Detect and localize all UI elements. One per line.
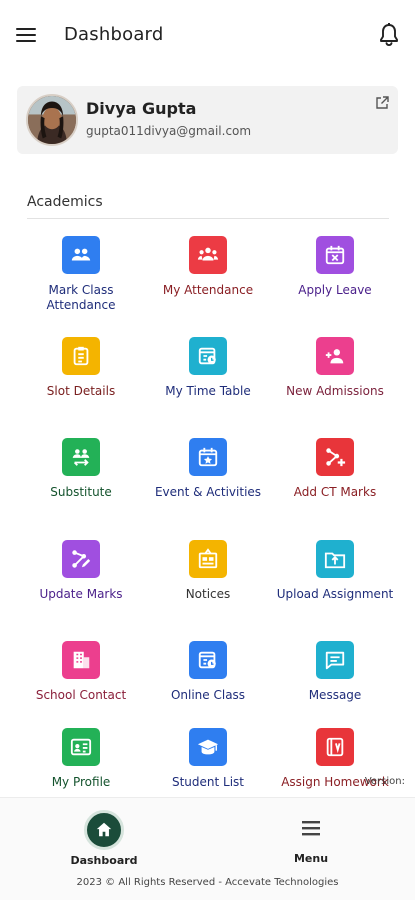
section-divider <box>27 218 389 219</box>
tile-notices[interactable]: Notices <box>141 540 275 602</box>
tile-student-list[interactable]: Student List <box>141 728 275 790</box>
tile-new-admissions[interactable]: New Admissions <box>268 337 402 399</box>
nav-dashboard-label: Dashboard <box>70 854 138 867</box>
tile-slot-details[interactable]: Slot Details <box>14 337 148 399</box>
tile-online-class[interactable]: Online Class <box>141 641 275 703</box>
timetable-icon <box>189 337 227 375</box>
menu-icon <box>299 818 323 838</box>
clipboard-icon <box>62 337 100 375</box>
online-class-icon <box>189 641 227 679</box>
nav-dashboard[interactable]: Dashboard <box>44 810 164 867</box>
tile-substitute[interactable]: Substitute <box>14 438 148 500</box>
attendance-group-icon <box>62 236 100 274</box>
home-icon <box>84 810 124 850</box>
tile-mark-class-attendance[interactable]: Mark Class Attendance <box>14 236 148 313</box>
tile-message[interactable]: Message <box>268 641 402 703</box>
graph-edit-icon <box>62 540 100 578</box>
tile-label: Substitute <box>50 485 112 499</box>
tile-label: Message <box>308 688 362 702</box>
calendar-x-icon <box>316 236 354 274</box>
notice-board-icon <box>189 540 227 578</box>
avatar <box>26 94 78 146</box>
tile-apply-leave[interactable]: Apply Leave <box>268 236 402 298</box>
page-title: Dashboard <box>64 24 164 45</box>
swap-users-icon <box>62 438 100 476</box>
id-card-icon <box>62 728 100 766</box>
tile-my-time-table[interactable]: My Time Table <box>141 337 275 399</box>
tile-label: Event & Activities <box>154 485 262 499</box>
version-label: Version: <box>364 776 405 787</box>
building-icon <box>62 641 100 679</box>
tile-label: School Contact <box>35 688 127 702</box>
tile-label: Update Marks <box>39 587 123 601</box>
profile-name: Divya Gupta <box>86 99 197 118</box>
tile-label: Student List <box>171 775 245 789</box>
hamburger-menu-icon[interactable] <box>14 24 38 46</box>
homework-icon <box>316 728 354 766</box>
folder-upload-icon <box>316 540 354 578</box>
tile-my-attendance[interactable]: My Attendance <box>141 236 275 298</box>
tile-label: My Profile <box>51 775 111 789</box>
tile-label: Apply Leave <box>298 283 372 297</box>
tile-event-and-activities[interactable]: Event & Activities <box>141 438 275 500</box>
tile-label: Upload Assignment <box>276 587 394 601</box>
tile-label: My Attendance <box>162 283 254 297</box>
add-user-icon <box>316 337 354 375</box>
tile-label: New Admissions <box>286 384 384 398</box>
tile-school-contact[interactable]: School Contact <box>14 641 148 703</box>
nav-menu[interactable]: Menu <box>251 818 371 865</box>
tile-upload-assignment[interactable]: Upload Assignment <box>268 540 402 602</box>
profile-email: gupta011divya@gmail.com <box>86 124 252 138</box>
app-bar: Dashboard <box>0 0 415 70</box>
tile-add-ct-marks[interactable]: Add CT Marks <box>268 438 402 500</box>
tile-my-profile[interactable]: My Profile <box>14 728 148 790</box>
external-link-icon[interactable] <box>375 95 389 109</box>
tile-label: Online Class <box>170 688 246 702</box>
tile-label: Notices <box>185 587 231 601</box>
people-icon <box>189 236 227 274</box>
tile-label: Slot Details <box>46 384 116 398</box>
message-icon <box>316 641 354 679</box>
tile-label: My Time Table <box>165 384 251 398</box>
nav-menu-label: Menu <box>293 852 329 865</box>
graduation-cap-icon <box>189 728 227 766</box>
calendar-star-icon <box>189 438 227 476</box>
notification-bell-icon[interactable] <box>377 22 401 48</box>
graph-plus-icon <box>316 438 354 476</box>
tile-label: Mark Class Attendance <box>46 283 116 312</box>
copyright-text: 2023 © All Rights Reserved - Accevate Te… <box>76 877 339 888</box>
tile-update-marks[interactable]: Update Marks <box>14 540 148 602</box>
tile-label: Add CT Marks <box>293 485 377 499</box>
profile-card[interactable]: Divya Gupta gupta011divya@gmail.com <box>17 86 398 154</box>
section-title-academics: Academics <box>27 194 103 210</box>
